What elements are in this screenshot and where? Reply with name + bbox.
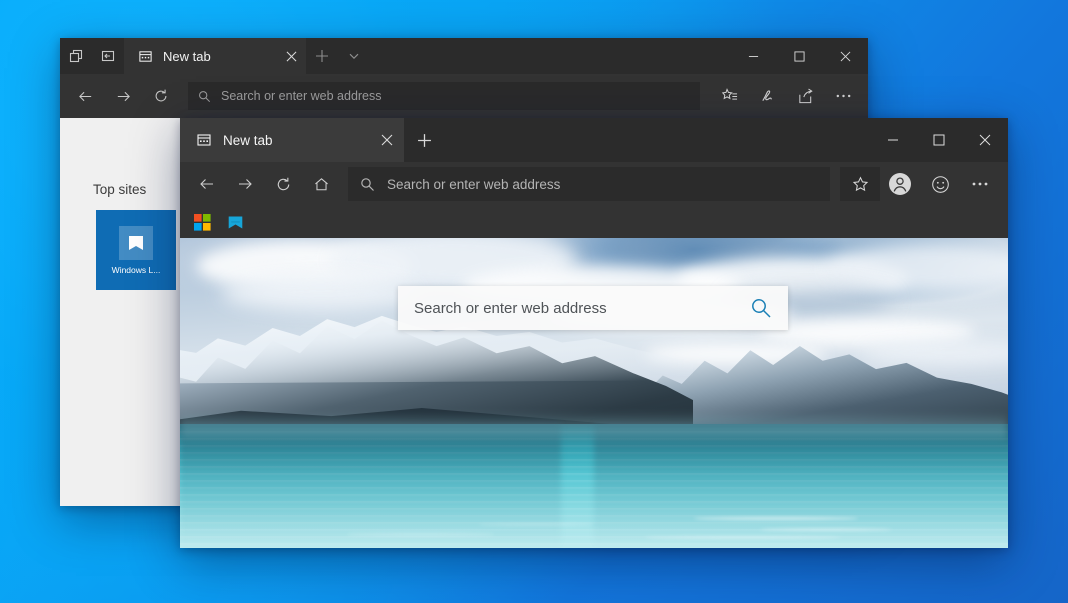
back-window-toolbar[interactable]: Search or enter web address — [60, 74, 868, 118]
front-window-address-bar[interactable]: Search or enter web address — [348, 167, 830, 201]
mountain-lake-photo — [180, 238, 1008, 548]
top-sites-label: Top sites — [93, 182, 147, 197]
refresh-icon[interactable] — [142, 80, 180, 112]
front-window-address-placeholder: Search or enter web address — [387, 176, 561, 192]
favorites-star-icon[interactable] — [840, 167, 880, 201]
minimize-button[interactable] — [870, 118, 916, 162]
maximize-button[interactable] — [916, 118, 962, 162]
forward-arrow-icon[interactable] — [104, 80, 142, 112]
front-window-tab[interactable]: New tab — [180, 118, 404, 162]
back-arrow-icon[interactable] — [66, 80, 104, 112]
front-window-controls[interactable] — [870, 118, 1008, 162]
share-icon[interactable] — [786, 80, 824, 112]
new-tab-search-box[interactable]: Search or enter web address — [398, 286, 788, 330]
back-window-titlebar[interactable]: New tab — [60, 38, 868, 74]
microsoft-logo-icon[interactable] — [194, 213, 211, 231]
new-tab-button[interactable] — [404, 118, 444, 162]
settings-more-icon[interactable] — [824, 80, 862, 112]
favorites-hub-icon[interactable] — [710, 80, 748, 112]
back-window-tab-title: New tab — [163, 48, 211, 64]
profile-avatar-icon[interactable] — [880, 167, 920, 201]
back-arrow-icon[interactable] — [188, 167, 226, 201]
home-icon[interactable] — [302, 167, 340, 201]
maximize-button[interactable] — [776, 38, 822, 74]
back-window-address-bar[interactable]: Search or enter web address — [188, 82, 700, 110]
search-icon — [198, 90, 211, 103]
front-window-new-tab-page: Search or enter web address — [180, 238, 1008, 548]
close-icon[interactable] — [276, 51, 306, 62]
back-window-tab[interactable]: New tab — [124, 38, 306, 74]
windows-live-icon — [119, 225, 153, 260]
back-window-address-placeholder: Search or enter web address — [221, 89, 382, 103]
set-tabs-aside-icon[interactable] — [60, 38, 92, 74]
search-icon — [360, 177, 375, 192]
top-site-tile-label: Windows L... — [111, 264, 161, 275]
front-window-titlebar[interactable]: New tab — [180, 118, 1008, 162]
back-window-controls[interactable] — [730, 38, 868, 74]
new-tab-search-placeholder: Search or enter web address — [414, 299, 607, 317]
make-a-note-icon[interactable] — [748, 80, 786, 112]
close-button[interactable] — [822, 38, 868, 74]
refresh-icon[interactable] — [264, 167, 302, 201]
search-icon[interactable] — [750, 297, 772, 319]
close-icon[interactable] — [370, 134, 404, 146]
top-site-tile[interactable]: Windows L... — [96, 210, 176, 290]
windows-live-icon[interactable] — [227, 214, 244, 231]
tabs-you-set-aside-icon[interactable] — [92, 38, 124, 74]
close-button[interactable] — [962, 118, 1008, 162]
front-window-tab-title: New tab — [223, 132, 273, 148]
forward-arrow-icon[interactable] — [226, 167, 264, 201]
foreground-browser-window[interactable]: New tab Search or enter web address Sear… — [180, 118, 1008, 548]
new-tab-icon — [196, 132, 212, 148]
new-tab-icon — [138, 49, 153, 64]
front-window-toolbar[interactable]: Search or enter web address — [180, 162, 1008, 206]
settings-more-icon[interactable] — [960, 167, 1000, 201]
minimize-button[interactable] — [730, 38, 776, 74]
new-tab-button[interactable] — [306, 38, 338, 74]
chevron-down-icon[interactable] — [338, 38, 370, 74]
favorites-bar[interactable] — [180, 206, 1008, 238]
feedback-smiley-icon[interactable] — [920, 167, 960, 201]
